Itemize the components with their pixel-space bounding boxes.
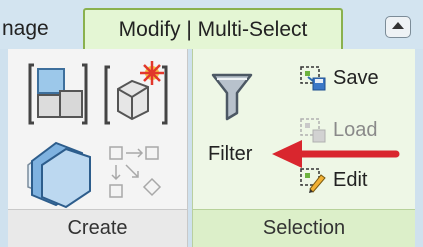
filter-button[interactable]: Filter bbox=[199, 59, 277, 179]
minimize-ribbon-button[interactable] bbox=[385, 16, 411, 38]
callout-arrow bbox=[272, 140, 400, 168]
save-selection-icon bbox=[300, 66, 326, 91]
filter-funnel-icon bbox=[211, 73, 253, 121]
selection-panel-title-text: Selection bbox=[262, 217, 346, 239]
ribbon-left-edge bbox=[0, 49, 8, 247]
ribbon-window: nage Modify | Multi-Select Create Filter… bbox=[0, 0, 423, 247]
create-similar-icon[interactable] bbox=[102, 59, 172, 127]
create-panel-title[interactable]: Create bbox=[8, 209, 187, 247]
tab-modify-label: Modify | Multi-Select bbox=[118, 17, 308, 41]
ribbon-right-edge bbox=[415, 49, 423, 247]
ribbon-tab-bar: nage Modify | Multi-Select bbox=[0, 0, 423, 49]
stacked-views-icon[interactable] bbox=[22, 139, 96, 209]
tab-modify-multi-select[interactable]: Modify | Multi-Select bbox=[83, 8, 343, 49]
tab-manage[interactable]: nage bbox=[0, 10, 84, 47]
tab-manage-label: nage bbox=[2, 16, 49, 40]
save-selection-button[interactable]: Save bbox=[291, 61, 409, 97]
filter-label: Filter bbox=[208, 143, 253, 165]
create-panel-title-text: Create bbox=[67, 217, 128, 239]
create-panel: Create bbox=[8, 49, 188, 247]
create-group-icon[interactable] bbox=[28, 61, 88, 127]
selection-panel-title[interactable]: Selection bbox=[193, 209, 415, 247]
save-label: Save bbox=[333, 67, 379, 89]
convert-disabled-icon bbox=[109, 146, 162, 198]
